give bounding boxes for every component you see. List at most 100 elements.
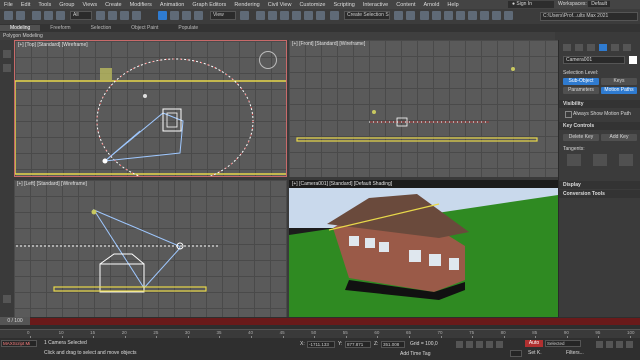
sign-in-dropdown[interactable]: ● Sign In [508,1,554,8]
menu-item-interactive[interactable]: Interactive [359,2,392,8]
tab-populate[interactable]: Populate [168,25,208,31]
viewport-camera[interactable]: [+] [Camera001] [Standard] [Default Shad… [289,180,558,317]
select-object-icon[interactable] [96,11,105,20]
scene-explorer-icon[interactable] [3,50,11,58]
menu-item-create[interactable]: Create [101,2,126,8]
layer-explorer-icon[interactable] [420,11,429,20]
curve-editor-icon[interactable] [432,11,441,20]
maxscript-listener[interactable]: MAXScript Mi [1,340,37,347]
always-show-checkbox[interactable] [565,111,572,118]
z-coordinate-field[interactable]: 351.008 [381,341,405,348]
tab-modeling[interactable]: Modeling [0,25,41,31]
menu-item-content[interactable]: Content [392,2,419,8]
motion-tab-icon[interactable] [599,44,607,51]
viewport-label[interactable]: [+] [Left] [Standard] [Wireframe] [17,181,87,187]
tangent-smooth-icon[interactable] [619,154,633,166]
menu-item-rendering[interactable]: Rendering [230,2,263,8]
create-tab-icon[interactable] [563,44,571,51]
menu-item-modifiers[interactable]: Modifiers [126,2,156,8]
conversion-tools-rollout[interactable]: Conversion Tools [559,190,640,198]
viewport-top[interactable]: [+] [Top] [Standard] [Wireframe] [14,40,287,177]
tangent-in-icon[interactable] [567,154,581,166]
tangent-out-icon[interactable] [593,154,607,166]
link-icon[interactable] [32,11,41,20]
parameters-button[interactable]: Parameters [563,87,599,94]
zoom-icon[interactable] [596,341,603,348]
schematic-view-icon[interactable] [444,11,453,20]
tab-object-paint[interactable]: Object Paint [121,25,168,31]
time-slider[interactable]: 0 / 100 [0,317,30,325]
x-coordinate-field[interactable]: -1711.133 [307,341,335,348]
go-to-end-icon[interactable] [496,341,503,348]
pan-icon[interactable] [606,341,613,348]
set-key-icon[interactable] [510,350,522,357]
add-key-button[interactable]: Add Key [601,134,637,141]
go-to-start-icon[interactable] [456,341,463,348]
menu-item-customize[interactable]: Customize [295,2,329,8]
viewcube-icon[interactable] [259,51,277,69]
select-by-name-icon[interactable] [108,11,117,20]
menu-item-help[interactable]: Help [443,2,462,8]
redo-icon[interactable] [16,11,25,20]
key-filters-button[interactable]: Filters... [566,350,584,356]
select-and-place-icon[interactable] [194,11,203,20]
viewport-label[interactable]: [+] [Camera001] [Standard] [Default Shad… [292,181,392,187]
tab-selection[interactable]: Selection [81,25,122,31]
viewport-label[interactable]: [+] [Top] [Standard] [Wireframe] [18,42,88,48]
mirror-icon[interactable] [394,11,403,20]
menu-item-graph-editors[interactable]: Graph Editors [188,2,230,8]
render-activeshade-icon[interactable] [504,11,513,20]
angle-snap-icon[interactable] [292,11,301,20]
selection-set-dropdown[interactable]: Create Selection Set [344,11,390,20]
select-manipulate-icon[interactable] [256,11,265,20]
project-path-field[interactable]: C:\Users\Prof...ults Max 2021 [540,12,638,21]
time-track[interactable] [30,318,640,325]
edit-named-selection-icon[interactable] [330,11,339,20]
filter-icon[interactable] [3,64,11,72]
settings-icon[interactable] [3,295,11,303]
unlink-icon[interactable] [44,11,53,20]
workspace-dropdown[interactable]: Default [588,1,611,7]
material-editor-icon[interactable] [456,11,465,20]
y-coordinate-field[interactable]: 877.871 [345,341,371,348]
keyboard-shortcut-icon[interactable] [268,11,277,20]
add-time-tag[interactable]: Add Time Tag [400,351,430,357]
render-setup-icon[interactable] [468,11,477,20]
sub-object-button[interactable]: Sub-Object [563,78,599,85]
maximize-viewport-icon[interactable] [626,341,633,348]
hierarchy-tab-icon[interactable] [587,44,595,51]
render-production-icon[interactable] [492,11,501,20]
display-tab-icon[interactable] [611,44,619,51]
menu-item-group[interactable]: Group [55,2,78,8]
play-icon[interactable] [476,341,483,348]
window-crossing-icon[interactable] [132,11,141,20]
viewport-label[interactable]: [+] [Front] [Standard] [Wireframe] [292,41,365,47]
object-color-swatch[interactable] [629,56,637,64]
percent-snap-icon[interactable] [304,11,313,20]
select-and-rotate-icon[interactable] [170,11,179,20]
visibility-rollout[interactable]: Visibility [559,100,640,108]
menu-item-file[interactable]: File [0,2,17,8]
set-key-button[interactable]: Set K. [528,350,542,356]
select-and-move-icon[interactable] [158,11,167,20]
selection-filter-dropdown[interactable]: All [70,11,92,20]
rendered-frame-icon[interactable] [480,11,489,20]
orbit-icon[interactable] [616,341,623,348]
spinner-snap-icon[interactable] [316,11,325,20]
next-frame-icon[interactable] [486,341,493,348]
object-name-field[interactable]: Camera001 [563,56,625,64]
modify-tab-icon[interactable] [575,44,583,51]
undo-icon[interactable] [4,11,13,20]
key-controls-rollout[interactable]: Key Controls [559,122,640,130]
select-and-scale-icon[interactable] [182,11,191,20]
motion-paths-button[interactable]: Motion Paths [601,87,637,94]
menu-item-arnold[interactable]: Arnold [419,2,443,8]
keys-dropdown[interactable]: Keys [601,78,637,85]
delete-key-button[interactable]: Delete Key [563,134,599,141]
align-icon[interactable] [406,11,415,20]
menu-item-scripting[interactable]: Scripting [329,2,358,8]
pivot-center-icon[interactable] [240,11,249,20]
rectangular-selection-icon[interactable] [120,11,129,20]
tab-freeform[interactable]: Freeform [40,25,80,31]
reference-coordinate-dropdown[interactable]: View [210,11,236,20]
